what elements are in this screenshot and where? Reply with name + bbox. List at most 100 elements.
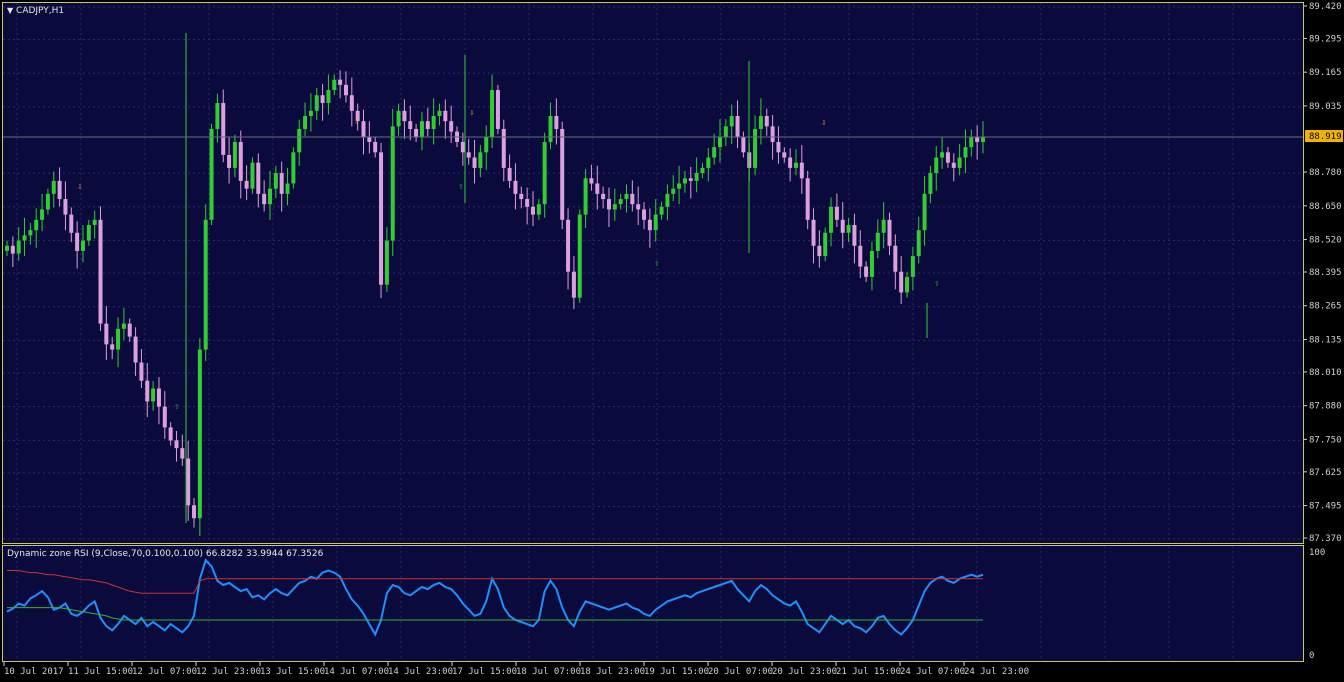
candle (495, 84, 500, 135)
candle (513, 163, 518, 210)
candle (92, 210, 97, 239)
candle (262, 180, 267, 212)
candle (665, 184, 670, 221)
candle (682, 171, 687, 193)
candle (484, 125, 489, 170)
price-tick-label: 88.265 (1309, 302, 1342, 312)
buy-arrow-icon: ⇧ (174, 402, 179, 412)
candle (577, 209, 582, 303)
price-chart-svg[interactable]: ⇩ ⇩ ⇩ ⇩ ⇧ ⇧ ⇧ ⇧ (3, 3, 1303, 543)
candle (343, 71, 348, 103)
candle (40, 193, 45, 232)
symbol-label: CADJPY,H1 (16, 6, 65, 16)
candle (384, 227, 389, 292)
sell-arrow-icon: ⇩ (469, 108, 474, 118)
candle (530, 191, 535, 227)
buy-arrow-icon: ⇧ (934, 279, 939, 289)
price-tick-label: 88.520 (1309, 236, 1342, 246)
candle (945, 147, 950, 168)
price-tick-label: 87.370 (1309, 534, 1342, 544)
candle (221, 89, 226, 163)
price-tick-label: 89.035 (1309, 102, 1342, 112)
candle (86, 219, 91, 246)
candle (700, 162, 705, 179)
candle (583, 168, 588, 229)
candle (168, 422, 173, 446)
time-tick-label: 24 Jul 23:00 (964, 667, 1029, 677)
price-tick-label: 88.395 (1309, 268, 1342, 278)
price-chart-area[interactable]: ⇩ ⇩ ⇩ ⇩ ⇧ ⇧ ⇧ ⇧ ▼ CADJPY,H1 (2, 2, 1304, 544)
candle (566, 208, 571, 290)
candle (186, 440, 191, 521)
candle (548, 102, 553, 150)
candle (595, 165, 600, 210)
candle (571, 256, 576, 310)
candle (232, 134, 237, 178)
candle (694, 157, 699, 193)
candle (829, 197, 834, 247)
price-tick-label: 89.420 (1309, 2, 1342, 12)
price-tick-label: 88.780 (1309, 168, 1342, 178)
candle (712, 133, 717, 165)
chart-title: ▼ CADJPY,H1 (7, 6, 64, 16)
candle (758, 98, 763, 145)
candle (361, 109, 366, 155)
candle (542, 132, 547, 218)
time-tick-label: 19 Jul 15:00 (644, 667, 709, 677)
candle (326, 74, 331, 115)
candle (677, 165, 682, 205)
candle (875, 219, 880, 259)
triangle-down-icon[interactable]: ▼ (7, 6, 13, 15)
candle (460, 132, 465, 166)
candle (466, 138, 471, 165)
candle (203, 204, 208, 361)
candle (536, 199, 541, 220)
candle (139, 349, 144, 388)
candle (396, 103, 401, 136)
candle (793, 149, 798, 176)
candle (823, 227, 828, 262)
candle (858, 230, 863, 278)
candle (636, 186, 641, 225)
candle (98, 206, 103, 331)
price-tick-label: 88.135 (1309, 335, 1342, 345)
candle (922, 176, 927, 246)
indicator-title: Dynamic zone RSI (9,Close,70,0.100,0.100… (7, 549, 324, 559)
candle (624, 184, 629, 213)
candle (250, 157, 255, 194)
candle (419, 111, 424, 151)
candle (215, 93, 220, 143)
series-upper-line (7, 570, 983, 594)
time-tick-label: 20 Jul 23:00 (772, 667, 837, 677)
candle (145, 363, 150, 418)
candle (402, 99, 407, 139)
candle (718, 119, 723, 163)
price-tick-label: 88.650 (1309, 202, 1342, 212)
candle (963, 129, 968, 174)
candle (174, 431, 179, 462)
time-tick-label: 24 Jul 07:00 (900, 667, 965, 677)
series-rsi-line (6, 558, 984, 637)
candle (782, 147, 787, 163)
candle (227, 137, 232, 184)
candle (776, 126, 781, 164)
indicator-area[interactable]: Dynamic zone RSI (9,Close,70,0.100,0.100… (2, 545, 1304, 662)
candle (244, 165, 249, 201)
sell-arrow-icon: ⇩ (821, 118, 826, 128)
candle (127, 318, 132, 342)
candle (753, 115, 758, 176)
candle (788, 148, 793, 182)
price-tick-label: 89.165 (1309, 68, 1342, 78)
candle (864, 261, 869, 283)
candle (706, 148, 711, 182)
candle (659, 201, 664, 220)
candle (379, 142, 384, 299)
candle (869, 241, 874, 291)
buy-arrow-icon: ⇧ (654, 259, 659, 269)
candle (16, 227, 21, 261)
indicator-svg[interactable] (3, 546, 1303, 661)
candle (279, 161, 284, 212)
candle (443, 99, 448, 139)
time-tick-label: 14 Jul 07:00 (324, 667, 389, 677)
candle (957, 144, 962, 176)
